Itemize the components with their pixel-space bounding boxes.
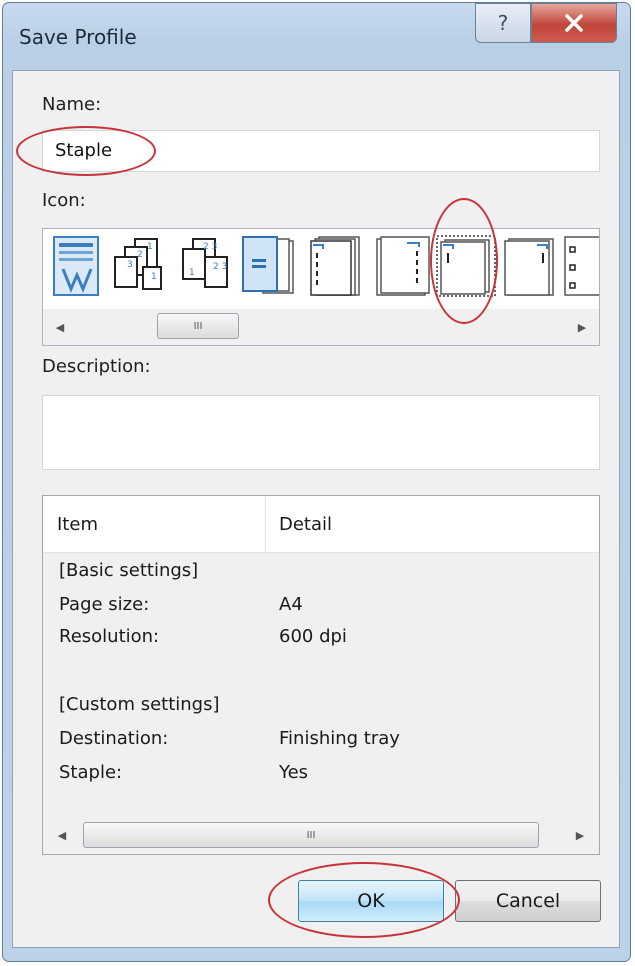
row-item-resolution: Resolution: — [59, 626, 160, 647]
name-label: Name: — [42, 94, 102, 115]
staple-left-dashed-icon[interactable] — [373, 235, 433, 297]
staple-top-right-icon[interactable] — [503, 235, 561, 297]
window-title: Save Profile — [19, 25, 137, 49]
annotation-circle-name — [16, 126, 156, 176]
svg-text:1: 1 — [147, 242, 153, 252]
settings-details-list: Item Detail [Basic settings] Page size: … — [42, 495, 600, 855]
icon-list-scrollbar[interactable]: ◀ III ▶ — [43, 309, 599, 345]
icon-list[interactable]: 1 2 3 1 2 3 2 3 1 ◀ III ▶ — [42, 228, 600, 346]
cancel-button[interactable]: Cancel — [455, 880, 601, 922]
row-detail-page-size: A4 — [279, 594, 303, 615]
row-detail-resolution: 600 dpi — [279, 626, 347, 647]
collate-stack-2-icon[interactable]: 2 3 2 3 1 — [173, 235, 233, 297]
icon-label: Icon: — [42, 190, 86, 211]
row-detail-staple: Yes — [279, 762, 309, 783]
svg-text:2 3: 2 3 — [213, 262, 227, 272]
scroll-right-icon[interactable]: ▶ — [571, 314, 593, 340]
close-button[interactable] — [531, 3, 617, 43]
close-icon — [565, 14, 583, 32]
punch-holes-icon[interactable] — [563, 235, 600, 297]
details-scrollbar[interactable]: ◀ III ▶ — [43, 818, 599, 854]
details-scroll-right-icon[interactable]: ▶ — [569, 822, 591, 848]
details-header: Item Detail — [43, 496, 599, 553]
help-button[interactable]: ? — [475, 3, 531, 43]
booklet-icon[interactable] — [241, 235, 301, 297]
help-icon: ? — [497, 11, 509, 35]
row-item-destination: Destination: — [59, 728, 169, 749]
staple-left-icon[interactable] — [307, 235, 365, 297]
column-header-item[interactable]: Item — [57, 514, 98, 535]
details-scroll-thumb[interactable]: III — [83, 822, 539, 848]
description-input[interactable] — [42, 395, 600, 470]
column-separator[interactable] — [265, 496, 266, 552]
column-header-detail[interactable]: Detail — [279, 514, 332, 535]
svg-text:2: 2 — [137, 250, 143, 260]
collate-stack-icon[interactable]: 1 2 3 1 — [109, 235, 165, 297]
document-icon[interactable] — [53, 235, 101, 297]
svg-text:3: 3 — [127, 260, 133, 270]
details-scroll-left-icon[interactable]: ◀ — [51, 822, 73, 848]
row-item-basic-settings: [Basic settings] — [59, 560, 199, 581]
description-label: Description: — [42, 356, 151, 377]
row-item-custom-settings: [Custom settings] — [59, 694, 220, 715]
svg-text:1: 1 — [151, 272, 157, 282]
svg-text:2 3: 2 3 — [203, 242, 217, 252]
scroll-left-icon[interactable]: ◀ — [49, 314, 71, 340]
row-detail-destination: Finishing tray — [279, 728, 400, 749]
annotation-circle-ok — [268, 862, 460, 938]
row-item-page-size: Page size: — [59, 594, 150, 615]
row-item-staple: Staple: — [59, 762, 123, 783]
scroll-thumb[interactable]: III — [157, 313, 239, 339]
annotation-circle-icon — [430, 198, 498, 324]
svg-text:1: 1 — [189, 268, 195, 278]
